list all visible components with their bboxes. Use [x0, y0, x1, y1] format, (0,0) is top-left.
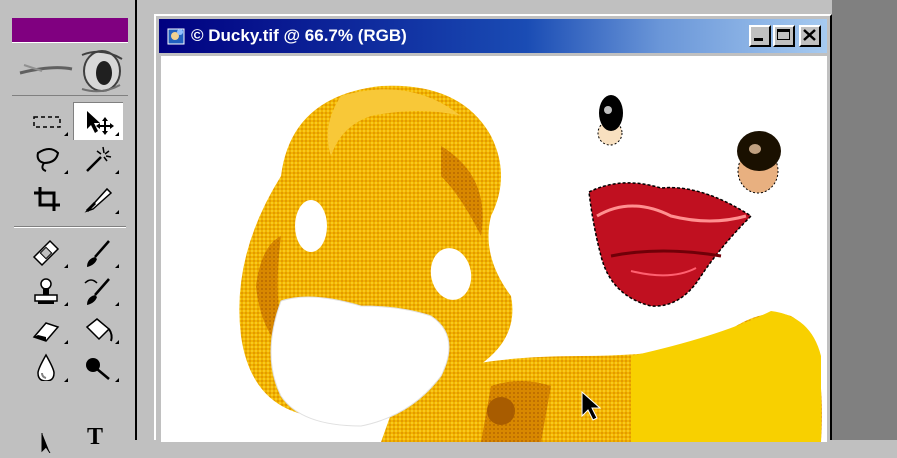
- floating-lips: [588, 182, 753, 307]
- tools-palette: T: [0, 0, 137, 453]
- crop-tool-button[interactable]: [22, 180, 72, 218]
- magic-wand-tool-button[interactable]: [73, 140, 123, 178]
- close-button[interactable]: [799, 25, 821, 47]
- duck-left-eye-hole: [295, 200, 327, 252]
- brush-tool-button[interactable]: [73, 234, 123, 272]
- marquee-icon: [33, 116, 61, 128]
- document-window[interactable]: © Ducky.tif @ 66.7% (RGB): [154, 14, 832, 442]
- healing-brush-tool-button[interactable]: [22, 234, 72, 272]
- eraser-tool-button[interactable]: [22, 310, 72, 348]
- lasso-icon: [36, 148, 60, 172]
- dodge-tool-button[interactable]: [73, 348, 123, 386]
- document-title: © Ducky.tif @ 66.7% (RGB): [191, 26, 407, 45]
- history-brush-icon: [84, 278, 110, 305]
- paint-bucket-tool-button[interactable]: [73, 310, 123, 348]
- tools-palette-titlebar[interactable]: [12, 18, 128, 42]
- crop-icon: [34, 187, 60, 211]
- ducky-image: [239, 85, 822, 442]
- blur-tool-button[interactable]: [22, 348, 72, 386]
- lasso-tool-button[interactable]: [22, 140, 72, 178]
- path-select-tool-button[interactable]: [22, 420, 72, 458]
- dodge-icon: [86, 358, 110, 380]
- magic-wand-icon: [86, 146, 112, 172]
- floating-eye-small: [597, 95, 623, 146]
- brush-icon: [87, 240, 110, 267]
- slice-icon: [84, 187, 113, 213]
- type-tool-button[interactable]: T: [73, 420, 123, 458]
- close-icon: [803, 29, 816, 41]
- maximize-button[interactable]: [773, 25, 795, 47]
- minimize-button[interactable]: [749, 25, 771, 47]
- tools-separator: [14, 226, 126, 228]
- clone-stamp-tool-button[interactable]: [22, 272, 72, 310]
- bandage-icon: [32, 239, 60, 267]
- type-icon: T: [87, 424, 104, 450]
- photoshop-document-icon: [167, 26, 187, 46]
- marquee-tool-button[interactable]: [22, 102, 72, 140]
- document-titlebar[interactable]: © Ducky.tif @ 66.7% (RGB): [159, 19, 827, 53]
- minimize-icon: [754, 38, 763, 41]
- bucket-icon: [85, 318, 113, 342]
- image-canvas[interactable]: [161, 56, 827, 442]
- floating-eye-large: [737, 131, 781, 194]
- eraser-icon: [32, 322, 60, 342]
- photoshop-eye-logo[interactable]: [12, 42, 128, 96]
- slice-tool-button[interactable]: [73, 180, 123, 218]
- drop-icon: [37, 353, 55, 381]
- stamp-icon: [34, 278, 58, 304]
- path-select-icon: [41, 433, 51, 453]
- move-icon: [87, 111, 114, 135]
- maximize-icon: [777, 29, 790, 40]
- history-brush-tool-button[interactable]: [73, 272, 123, 310]
- move-tool-button[interactable]: [73, 102, 123, 140]
- eye-logo-icon: [19, 50, 123, 93]
- workspace-right-area: [832, 0, 897, 440]
